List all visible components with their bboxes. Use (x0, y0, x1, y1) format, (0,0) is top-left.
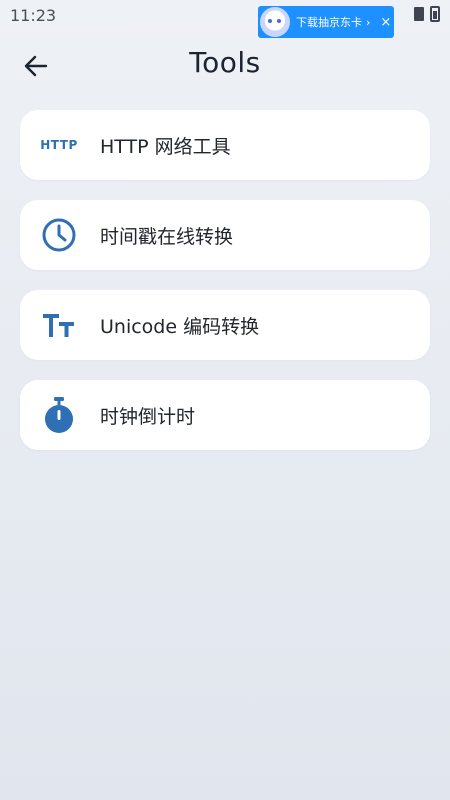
tool-label-timestamp: 时间戳在线转换 (100, 225, 234, 248)
status-icons (414, 6, 440, 22)
ad-avatar-icon (260, 7, 290, 37)
tool-label-http: HTTP 网络工具 (100, 135, 231, 158)
ad-arrow-icon: › (366, 15, 371, 29)
tool-card-countdown[interactable]: 时钟倒计时 (20, 380, 430, 450)
tool-card-http[interactable]: HTTP HTTP 网络工具 (20, 110, 430, 180)
ad-banner[interactable]: 下载抽京东卡 › × (258, 6, 394, 38)
http-icon: HTTP (40, 126, 78, 164)
tool-label-unicode: Unicode 编码转换 (100, 315, 260, 338)
page-title: Tools (189, 46, 261, 79)
stopwatch-icon (40, 396, 78, 434)
tool-card-timestamp[interactable]: 时间戳在线转换 (20, 200, 430, 270)
ad-text: 下载抽京东卡 (296, 16, 362, 29)
ad-close-button[interactable]: × (380, 15, 391, 30)
tool-label-countdown: 时钟倒计时 (100, 405, 196, 428)
tool-card-unicode[interactable]: Unicode 编码转换 (20, 290, 430, 360)
battery-icon (430, 6, 440, 22)
text-size-icon (40, 306, 78, 344)
signal-icon (414, 7, 424, 21)
http-icon-text: HTTP (40, 138, 78, 152)
status-time: 11:23 (10, 6, 57, 25)
header: Tools (0, 40, 450, 90)
clock-icon (40, 216, 78, 254)
